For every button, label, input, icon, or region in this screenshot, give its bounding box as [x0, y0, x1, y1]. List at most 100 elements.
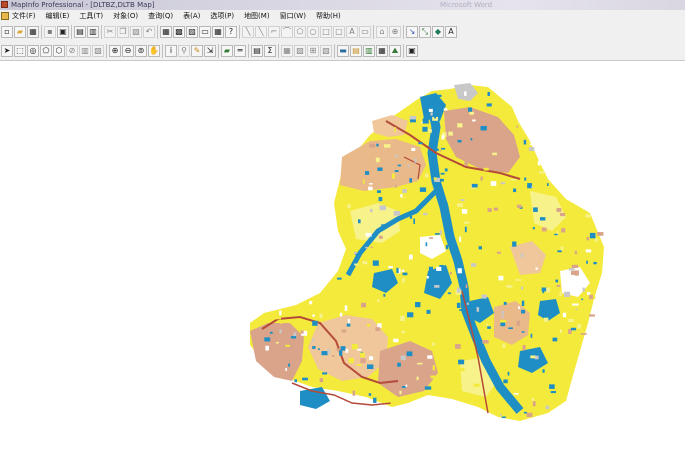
label-tool-button[interactable]: ✎ — [191, 45, 203, 57]
polygon-tool-button[interactable]: ⬠ — [294, 26, 306, 38]
line-style-button[interactable]: ↘ — [406, 26, 418, 38]
region-style-icon: ⤡ — [421, 27, 429, 36]
document-window-icon[interactable] — [1, 12, 9, 20]
text-style-button[interactable]: A — [445, 26, 457, 38]
marquee-select-button[interactable]: ⬚ — [14, 45, 26, 57]
legend-button[interactable]: ▤ — [251, 45, 263, 57]
new-map-window-button[interactable]: ▩ — [173, 26, 185, 38]
symbol-style-icon: ╲ — [245, 27, 251, 36]
rectangle-tool-button[interactable]: □ — [320, 26, 332, 38]
land-parcel-fragment — [360, 302, 367, 308]
ellipse-tool-button[interactable]: ○ — [307, 26, 319, 38]
select-arrow-button[interactable]: ➤ — [1, 45, 13, 57]
land-parcel-fragment — [376, 143, 379, 147]
scale-bar-button[interactable]: ▬ — [337, 45, 349, 57]
land-parcel-fragment — [501, 111, 504, 116]
set-target-button[interactable]: ▨ — [294, 45, 306, 57]
drag-map-button[interactable]: ⇲ — [204, 45, 216, 57]
new-redistrict-button[interactable]: ▦ — [212, 26, 224, 38]
frame-tool-button[interactable]: ▭ — [359, 26, 371, 38]
save-workspace-button[interactable]: ▣ — [57, 26, 69, 38]
cut-button[interactable]: ✂ — [104, 26, 116, 38]
print-preview-button[interactable]: ▤ — [74, 26, 86, 38]
toolbar-separator — [403, 25, 404, 39]
land-parcel-fragment — [393, 211, 401, 216]
land-parcel-fragment — [528, 147, 535, 151]
grabber-hand-button[interactable]: ✋ — [148, 45, 160, 57]
menu-item-2[interactable]: 工具(T) — [79, 10, 103, 23]
rounded-rect-tool-button[interactable]: ▢ — [333, 26, 345, 38]
erase-button[interactable]: ▧ — [320, 45, 332, 57]
menu-item-3[interactable]: 对象(O) — [113, 10, 138, 23]
land-parcel-fragment — [370, 246, 373, 249]
statistics-button[interactable]: Σ — [264, 45, 276, 57]
info-tool-button[interactable]: i — [165, 45, 177, 57]
new-layout-button[interactable]: ▭ — [199, 26, 211, 38]
print-button[interactable]: ▥ — [87, 26, 99, 38]
3d-map-button[interactable]: ⛰ — [389, 45, 401, 57]
zoom-in-button[interactable]: ⊕ — [109, 45, 121, 57]
label-tool-icon: ✎ — [193, 46, 201, 55]
land-parcel-fragment — [588, 314, 596, 317]
new-file-button[interactable]: ▫ — [1, 26, 13, 38]
new-browser-button[interactable]: ▦ — [160, 26, 172, 38]
land-parcel-fragment — [353, 252, 357, 255]
menu-item-1[interactable]: 编辑(E) — [46, 10, 70, 23]
map-layout-button[interactable]: ▤ — [350, 45, 362, 57]
ruler-button[interactable]: ═ — [234, 45, 246, 57]
open-workspace-button[interactable]: ▦ — [27, 26, 39, 38]
menu-item-5[interactable]: 表(A) — [183, 10, 200, 23]
land-parcel-fragment — [521, 331, 525, 333]
hotlink-button[interactable]: ⚲ — [178, 45, 190, 57]
land-parcel-fragment — [503, 118, 506, 124]
invert-selection-button[interactable]: ▥ — [79, 45, 91, 57]
create-grid-button[interactable]: ▦ — [376, 45, 388, 57]
land-parcel-fragment — [332, 354, 335, 357]
line-tool-button[interactable]: ╲ — [255, 26, 267, 38]
menu-item-6[interactable]: 选项(P) — [210, 10, 234, 23]
polyline-tool-button[interactable]: ⌐ — [268, 26, 280, 38]
save-button[interactable]: ▪ — [44, 26, 56, 38]
map-canvas[interactable] — [0, 61, 685, 460]
boundary-select-button[interactable]: ⬡ — [53, 45, 65, 57]
paste-button[interactable]: ▧ — [130, 26, 142, 38]
map-window[interactable] — [0, 61, 685, 460]
menu-item-7[interactable]: 地图(M) — [244, 10, 270, 23]
polygon-select-button[interactable]: ⬠ — [40, 45, 52, 57]
land-parcel-fragment — [428, 108, 433, 112]
change-view-button[interactable]: ⊚ — [135, 45, 147, 57]
copy-button[interactable]: ❐ — [117, 26, 129, 38]
open-folder-button[interactable]: ▰ — [14, 26, 26, 38]
layer-control-button[interactable]: ▰ — [221, 45, 233, 57]
land-parcel-fragment — [580, 333, 587, 335]
split-button[interactable]: ⊞ — [307, 45, 319, 57]
text-tool-button[interactable]: A — [346, 26, 358, 38]
new-graph-button[interactable]: ▨ — [186, 26, 198, 38]
toolbar-separator — [157, 25, 158, 39]
land-parcel-fragment — [279, 329, 282, 334]
undo-button[interactable]: ↶ — [143, 26, 155, 38]
overview-window-button[interactable]: ▣ — [406, 45, 418, 57]
symbol-style-button[interactable]: ╲ — [242, 26, 254, 38]
menu-item-0[interactable]: 文件(F) — [12, 10, 36, 23]
menu-item-8[interactable]: 窗口(W) — [280, 10, 306, 23]
land-parcel-fragment — [354, 263, 359, 266]
land-parcel-fragment — [550, 265, 556, 268]
clip-region-button[interactable]: ▦ — [281, 45, 293, 57]
menu-item-9[interactable]: 帮助(H) — [316, 10, 341, 23]
symbol-picker-button[interactable]: ◆ — [432, 26, 444, 38]
help-pointer-button[interactable]: ? — [225, 26, 237, 38]
arc-tool-button[interactable]: ⌒ — [281, 26, 293, 38]
land-parcel-fragment — [470, 138, 473, 141]
menu-item-4[interactable]: 查询(Q) — [148, 10, 173, 23]
radius-select-button[interactable]: ◎ — [27, 45, 39, 57]
graph-select-button[interactable]: ▧ — [92, 45, 104, 57]
thematic-map-button[interactable]: ▥ — [363, 45, 375, 57]
region-style-button[interactable]: ⤡ — [419, 26, 431, 38]
unselect-all-button[interactable]: ⊘ — [66, 45, 78, 57]
reshape-button[interactable]: ⌂ — [376, 26, 388, 38]
land-parcel-fragment — [459, 309, 464, 311]
add-node-button[interactable]: ⊕ — [389, 26, 401, 38]
zoom-out-button[interactable]: ⊖ — [122, 45, 134, 57]
land-parcel-fragment — [455, 344, 461, 349]
